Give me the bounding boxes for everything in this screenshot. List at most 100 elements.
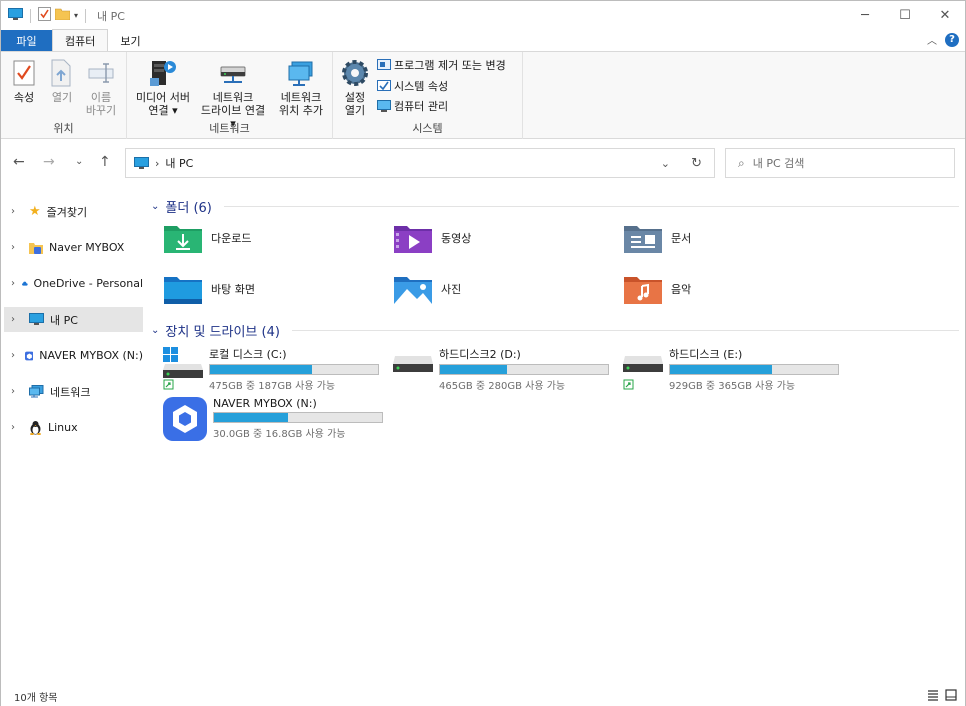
properties-quick-icon[interactable]: [38, 7, 51, 24]
nav-item-linux[interactable]: › Linux: [4, 415, 143, 440]
properties-button[interactable]: 속성: [9, 57, 39, 104]
storage-bar: [213, 412, 383, 423]
drive-d[interactable]: 하드디스크2 (D:) 465GB 중 280GB 사용 가능: [393, 346, 609, 392]
maximize-button[interactable]: ☐: [885, 1, 925, 30]
folder-music[interactable]: 음악: [623, 273, 691, 305]
close-button[interactable]: ✕: [925, 1, 965, 30]
expand-chevron-icon[interactable]: ›: [11, 350, 19, 361]
drive-label: NAVER MYBOX (N:): [213, 397, 317, 410]
folder-desktop[interactable]: 바탕 화면: [163, 273, 255, 305]
network-location-icon: [285, 57, 317, 89]
search-input[interactable]: ⌕ 내 PC 검색: [725, 148, 955, 178]
drive-n[interactable]: NAVER MYBOX (N:) 30.0GB 중 16.8GB 사용 가능: [163, 397, 383, 441]
storage-bar: [669, 364, 839, 375]
pictures-folder-icon: [394, 277, 432, 304]
ribbon-group-system: 설정 열기 프로그램 제거 또는 변경 시스템 속성 컴퓨터 관리 시스템: [333, 52, 523, 139]
storage-detail: 475GB 중 187GB 사용 가능: [209, 381, 336, 392]
minimize-button[interactable]: ─: [845, 1, 885, 30]
network-icon: [29, 385, 44, 398]
customize-qa-dropdown-icon[interactable]: ▾: [74, 11, 78, 20]
search-placeholder: 내 PC 검색: [752, 157, 805, 170]
new-folder-quick-icon[interactable]: [54, 8, 71, 23]
add-network-location-button[interactable]: 네트워크 위치 추가: [273, 57, 329, 117]
drive-label: 로컬 디스크 (C:): [209, 348, 287, 361]
open-settings-button[interactable]: 설정 열기: [339, 57, 371, 117]
expand-chevron-icon[interactable]: ›: [11, 206, 23, 217]
nav-item-naver-mybox-drive[interactable]: › NAVER MYBOX (N:): [4, 343, 143, 368]
collapse-ribbon-icon[interactable]: ︿: [927, 32, 937, 47]
system-properties-button[interactable]: 시스템 속성: [377, 77, 448, 95]
media-server-button[interactable]: 미디어 서버 연결 ▾: [131, 57, 195, 117]
open-button: 열기: [47, 57, 77, 104]
nav-item-naver-mybox[interactable]: › Naver MYBOX: [4, 235, 143, 260]
search-icon: ⌕: [738, 155, 745, 170]
details-view-icon[interactable]: [927, 689, 939, 704]
tab-file[interactable]: 파일: [1, 30, 52, 51]
expand-chevron-icon[interactable]: ›: [11, 422, 23, 433]
drive-e[interactable]: 하드디스크 (E:) 929GB 중 365GB 사용 가능: [623, 346, 839, 392]
ribbon: 속성 열기 이름 바꾸기 위치 미디어 서버 연결 ▾ 네트워크 드라이브 연결…: [1, 51, 965, 139]
storage-detail: 465GB 중 280GB 사용 가능: [439, 381, 566, 392]
large-icons-view-icon[interactable]: [945, 689, 957, 704]
gear-icon: [339, 57, 371, 89]
group-label-network: 네트워크: [209, 122, 250, 135]
uninstall-icon: [377, 58, 391, 70]
quick-access-toolbar: ▾ 내 PC: [8, 7, 125, 24]
expand-chevron-icon[interactable]: ›: [11, 314, 23, 325]
nav-item-onedrive[interactable]: › OneDrive - Personal: [4, 271, 143, 296]
open-icon: [46, 57, 78, 89]
folder-videos[interactable]: 동영상: [393, 222, 471, 254]
network-drive-icon: [217, 57, 249, 89]
computer-management-icon: [377, 99, 391, 112]
drive-label: 하드디스크 (E:): [669, 348, 743, 361]
window-title: 내 PC: [97, 9, 125, 23]
refresh-icon[interactable]: ↻: [691, 156, 702, 171]
explorer-window: ▾ 내 PC ─ ☐ ✕ 파일 컴퓨터 보기 ︿ ? 속성 열기 이름 바꾸기 …: [0, 0, 966, 706]
title-bar: ▾ 내 PC ─ ☐ ✕: [1, 1, 965, 30]
tab-computer[interactable]: 컴퓨터: [52, 29, 109, 51]
expand-chevron-icon[interactable]: ›: [11, 278, 16, 289]
up-arrow-icon[interactable]: ↑: [99, 154, 111, 170]
star-icon: ★: [29, 204, 41, 219]
system-properties-icon: [377, 79, 391, 91]
breadcrumb[interactable]: 내 PC: [165, 155, 193, 171]
drive-c[interactable]: 로컬 디스크 (C:) 475GB 중 187GB 사용 가능: [163, 346, 379, 392]
drives-section-header[interactable]: ⌄ 장치 및 드라이브 (4): [151, 321, 959, 340]
folder-documents[interactable]: 문서: [623, 222, 691, 254]
recent-locations-chevron-icon[interactable]: ⌄: [75, 156, 83, 167]
collapse-chevron-icon[interactable]: ⌄: [151, 201, 159, 212]
expand-chevron-icon[interactable]: ›: [11, 386, 23, 397]
nav-item-this-pc[interactable]: › 내 PC: [4, 307, 143, 332]
media-server-icon: [147, 57, 179, 89]
windows-drive-icon: [163, 347, 203, 390]
status-bar: 10개 항목: [1, 686, 965, 706]
rename-icon: [85, 57, 117, 89]
nav-item-network[interactable]: › 네트워크: [4, 379, 143, 404]
window-controls: ─ ☐ ✕: [845, 1, 965, 30]
storage-bar: [209, 364, 379, 375]
folder-downloads[interactable]: 다운로드: [163, 222, 251, 254]
this-pc-icon: [29, 313, 44, 325]
storage-detail: 929GB 중 365GB 사용 가능: [669, 381, 796, 392]
tab-view[interactable]: 보기: [108, 30, 152, 51]
nav-item-favorites[interactable]: › ★ 즐겨찾기: [4, 199, 143, 224]
folders-section-header[interactable]: ⌄ 폴더 (6): [151, 197, 959, 216]
help-icon[interactable]: ?: [945, 32, 959, 47]
forward-arrow-icon[interactable]: →: [43, 154, 55, 170]
address-history-chevron-icon[interactable]: ⌄: [661, 157, 670, 170]
storage-bar: [439, 364, 609, 375]
linux-penguin-icon: [30, 421, 41, 435]
ribbon-group-network: 미디어 서버 연결 ▾ 네트워크 드라이브 연결 ▾ 네트워크 위치 추가 네트…: [127, 52, 333, 139]
group-label-location: 위치: [53, 122, 74, 135]
address-bar[interactable]: › 내 PC ⌄ ↻: [125, 148, 715, 178]
music-folder-icon: [624, 277, 662, 304]
folder-pictures[interactable]: 사진: [393, 273, 461, 305]
collapse-chevron-icon[interactable]: ⌄: [151, 325, 159, 336]
expand-chevron-icon[interactable]: ›: [11, 242, 23, 253]
ribbon-controls: ︿ ?: [927, 32, 959, 47]
uninstall-program-button[interactable]: 프로그램 제거 또는 변경: [377, 56, 506, 74]
navigation-bar: ← → ⌄ ↑ › 내 PC ⌄ ↻ ⌕ 내 PC 검색: [1, 140, 965, 186]
ribbon-group-location: 속성 열기 이름 바꾸기 위치: [1, 52, 127, 139]
computer-management-button[interactable]: 컴퓨터 관리: [377, 97, 448, 115]
back-arrow-icon[interactable]: ←: [13, 154, 25, 170]
